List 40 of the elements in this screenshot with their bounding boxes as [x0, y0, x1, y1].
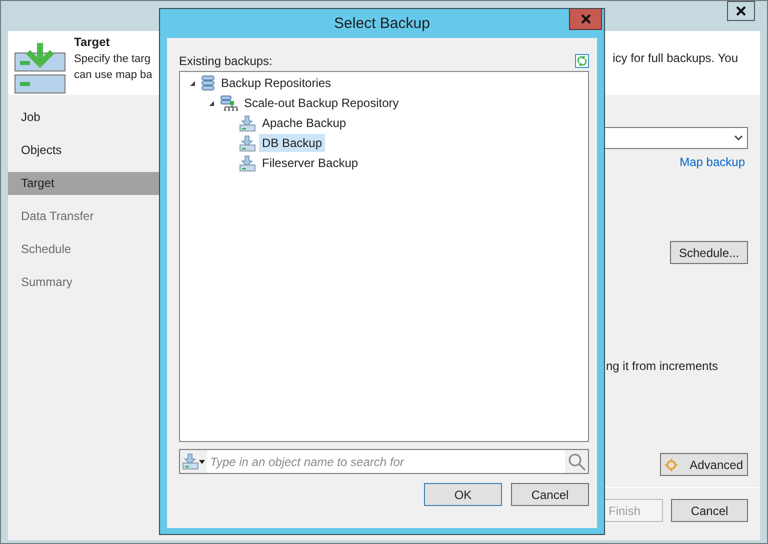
step-description: Specify the targ — [74, 52, 152, 67]
dialog-title: Select Backup — [334, 15, 430, 32]
wizard-step[interactable]: Target — [8, 172, 160, 195]
backup-type-icon — [182, 453, 199, 470]
expanded-arrow-icon[interactable] — [188, 80, 196, 86]
tree-item[interactable]: Apache Backup — [259, 114, 350, 132]
close-button[interactable] — [727, 1, 755, 21]
step-description: icy for full backups. You — [612, 51, 738, 65]
step-description: can use map ba — [74, 68, 154, 83]
close-icon — [580, 14, 590, 24]
database-icon — [201, 74, 215, 92]
tree-item[interactable]: Scale-out Backup Repository — [241, 94, 402, 112]
option-label: ng it from increments — [606, 359, 718, 373]
map-backup-link[interactable]: Map backup — [680, 155, 745, 169]
search-input[interactable]: Type in an object name to search for — [207, 454, 565, 470]
dialog-button[interactable]: Cancel — [511, 483, 589, 506]
gear-icon — [665, 456, 678, 472]
download-target-icon — [14, 43, 68, 95]
dropdown-caret-icon[interactable] — [199, 460, 205, 464]
step-title: Target — [74, 35, 111, 49]
backup-icon — [239, 114, 256, 132]
chevron-down-icon — [734, 135, 743, 141]
tree-item[interactable]: DB Backup — [259, 134, 326, 152]
refresh-icon[interactable] — [575, 54, 589, 68]
tree-item[interactable]: Fileserver Backup — [259, 154, 362, 172]
close-icon — [736, 6, 746, 16]
schedule-button[interactable]: Schedule... — [670, 241, 748, 264]
search-icon[interactable] — [568, 452, 586, 470]
wizard-step[interactable]: Objects — [8, 139, 160, 162]
dialog-button[interactable]: OK — [424, 483, 502, 506]
wizard-step[interactable]: Job — [8, 106, 160, 129]
expanded-arrow-icon[interactable] — [208, 100, 214, 106]
tree-item[interactable]: Backup Repositories — [218, 74, 334, 92]
backup-icon — [239, 154, 256, 172]
backup-icon — [239, 134, 256, 152]
wizard-button[interactable]: Cancel — [671, 499, 748, 522]
database-network-icon — [220, 94, 238, 112]
list-label: Existing backups: — [179, 54, 272, 68]
search-field[interactable]: Type in an object name to search for — [179, 449, 589, 474]
advanced-button[interactable]: Advanced — [660, 453, 748, 476]
